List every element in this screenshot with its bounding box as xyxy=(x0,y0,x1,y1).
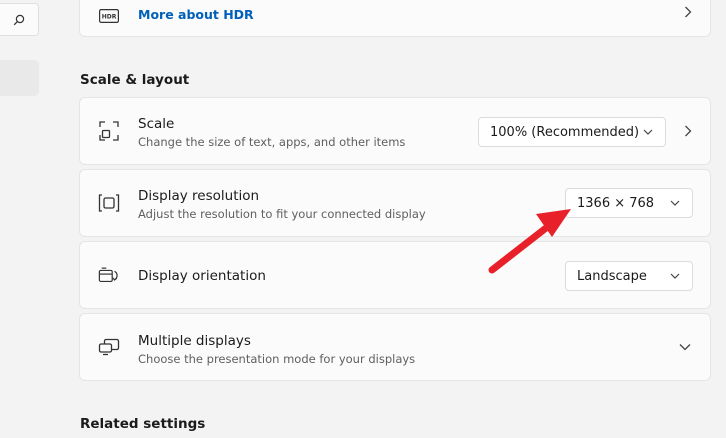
annotation-arrow-icon xyxy=(488,209,571,274)
